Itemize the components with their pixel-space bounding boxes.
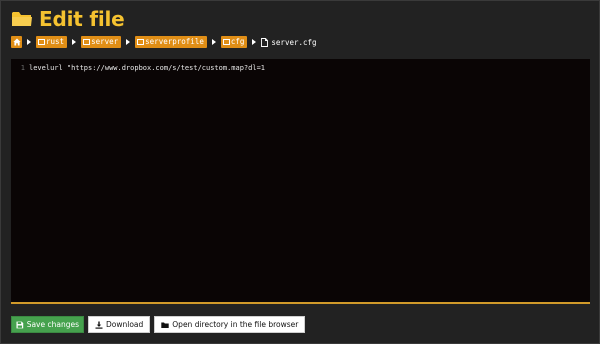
edit-file-panel: Edit file rust server serverprofile cfg — [0, 0, 600, 344]
line-text[interactable]: levelurl "https://www.dropbox.com/s/test… — [29, 64, 265, 72]
folder-icon — [161, 322, 169, 328]
breadcrumb-item-server[interactable]: server — [81, 36, 122, 48]
line-number: 1 — [20, 64, 25, 72]
breadcrumb-current-file: server.cfg — [261, 37, 317, 47]
breadcrumb-separator-icon — [27, 39, 31, 45]
home-icon — [12, 38, 21, 46]
save-changes-label: Save changes — [26, 320, 79, 329]
code-editor[interactable]: 1 levelurl "https://www.dropbox.com/s/te… — [11, 59, 590, 304]
action-bar: Save changes Download Open directory in … — [11, 316, 306, 333]
download-label: Download — [106, 320, 144, 329]
current-file-name: server.cfg — [271, 37, 317, 47]
file-icon — [261, 37, 269, 47]
breadcrumb-item-label: rust — [46, 37, 65, 46]
breadcrumb: rust server serverprofile cfg server.cfg — [11, 36, 317, 48]
page-header: Edit file — [11, 6, 125, 32]
breadcrumb-separator-icon — [72, 39, 77, 45]
breadcrumb-separator-icon — [252, 39, 257, 45]
save-changes-button[interactable]: Save changes — [11, 316, 84, 333]
open-directory-button[interactable]: Open directory in the file browser — [154, 316, 306, 333]
save-icon — [16, 321, 24, 328]
download-icon — [95, 321, 103, 329]
breadcrumb-item-rust[interactable]: rust — [36, 36, 68, 48]
breadcrumb-item-cfg[interactable]: cfg — [220, 36, 248, 48]
open-directory-label: Open directory in the file browser — [172, 320, 299, 329]
breadcrumb-item-label: cfg — [230, 37, 245, 46]
code-line[interactable]: 1 levelurl "https://www.dropbox.com/s/te… — [11, 63, 265, 73]
breadcrumb-separator-icon — [211, 39, 216, 45]
breadcrumb-separator-icon — [126, 39, 131, 45]
breadcrumb-item-serverprofile[interactable]: serverprofile — [135, 36, 207, 48]
folder-icon — [137, 39, 145, 45]
folder-icon — [38, 39, 45, 45]
page-title: Edit file — [39, 7, 125, 31]
breadcrumb-item-label: serverprofile — [145, 37, 204, 46]
folder-open-icon — [12, 12, 32, 26]
folder-icon — [83, 39, 91, 45]
breadcrumb-item-label: server — [91, 37, 119, 46]
folder-icon — [222, 39, 230, 45]
breadcrumb-home[interactable] — [11, 36, 22, 48]
download-button[interactable]: Download — [88, 316, 151, 333]
